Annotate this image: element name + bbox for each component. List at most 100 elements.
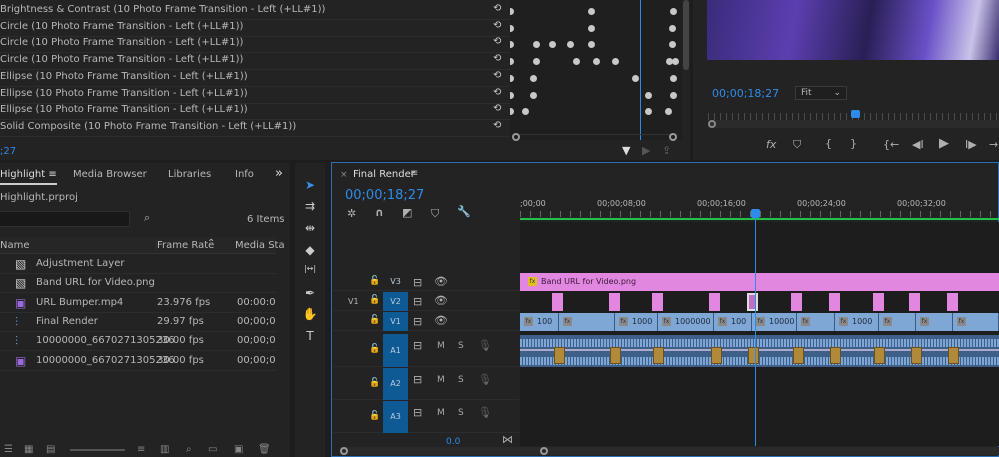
project-item[interactable]: ▧ Adjustment Layer [0, 255, 276, 274]
effect-row[interactable]: Circle (10 Photo Frame Transition - Left… [0, 20, 510, 37]
v2-clip[interactable] [909, 293, 920, 311]
v1-clip[interactable]: fx 1000 [835, 313, 879, 331]
column-frame-rate[interactable]: Frame Rate [156, 240, 214, 251]
mark-out-icon[interactable]: } [850, 137, 857, 150]
tab-libraries[interactable]: Libraries [168, 169, 211, 180]
more-panels-icon[interactable]: » [275, 166, 283, 181]
reset-icon[interactable]: ⟲ [493, 20, 501, 31]
reset-icon[interactable]: ⟲ [493, 70, 501, 81]
audio-transition[interactable] [711, 347, 722, 364]
track-target-v2[interactable]: V2 [383, 292, 408, 311]
reset-icon[interactable]: ⟲ [493, 36, 501, 47]
sync-lock-icon[interactable]: ⊟ [413, 276, 422, 289]
project-item[interactable]: ⫶ 10000000_6670271305236 30.00 fps 00;00… [0, 332, 276, 352]
program-timecode[interactable]: 00;00;18;27 [712, 87, 779, 100]
audio-transition[interactable] [948, 347, 959, 364]
type-tool-icon[interactable]: T [299, 329, 321, 343]
reset-icon[interactable]: ⟲ [493, 53, 501, 64]
keyframe-marker[interactable] [632, 74, 639, 82]
mute-button[interactable]: M [437, 341, 445, 351]
audio-transition[interactable] [830, 347, 841, 364]
eye-icon[interactable]: 👁 [434, 294, 448, 307]
lock-icon[interactable]: 🔓 [369, 378, 380, 388]
keyframe-marker[interactable] [510, 91, 514, 99]
ripple-edit-icon[interactable]: ⇹ [299, 221, 321, 235]
project-item[interactable]: ⫶ Final Render 29.97 fps 00;00;00;0 [0, 313, 276, 332]
reset-icon[interactable]: ⟲ [493, 87, 501, 98]
column-media-start[interactable]: Media Sta [235, 240, 285, 251]
column-name[interactable]: Name [0, 240, 30, 251]
v1-clip[interactable]: fx [879, 313, 916, 331]
fx-icon[interactable]: fx [766, 138, 776, 151]
a1-clip[interactable] [520, 335, 999, 367]
effect-row[interactable]: Ellipse (10 Photo Frame Transition - Lef… [0, 70, 510, 87]
v1-clip[interactable]: fx 1000 [615, 313, 658, 331]
lock-icon[interactable]: 🔓 [369, 315, 380, 325]
timeline-menu-icon[interactable]: ≡ [410, 168, 418, 179]
reset-icon[interactable]: ⟲ [493, 103, 501, 114]
zoom-dropdown[interactable]: Fit ⌄ [795, 86, 847, 100]
search-icon[interactable]: ⌕ [186, 444, 192, 455]
v3-clip[interactable]: fx Band URL for Video.png [520, 273, 999, 291]
reset-icon[interactable]: ⟲ [493, 3, 501, 14]
solo-button[interactable]: S [458, 341, 464, 351]
timeline-playhead[interactable] [751, 209, 760, 218]
mute-button[interactable]: M [437, 375, 445, 385]
keyframe-area[interactable] [510, 0, 682, 140]
sync-lock-icon[interactable]: ⊟ [413, 373, 422, 386]
search-input[interactable] [0, 211, 130, 227]
nest-icon[interactable]: ✲ [347, 207, 356, 220]
effect-row[interactable]: Circle (10 Photo Frame Transition - Left… [0, 36, 510, 54]
microphone-icon[interactable]: 🎙 [478, 406, 492, 419]
timeline-timecode[interactable]: 00;00;18;27 [345, 188, 424, 203]
v1-clip[interactable]: fx [916, 313, 953, 331]
v1-clip[interactable]: fx100000 [953, 313, 999, 331]
keyframe-marker[interactable] [670, 91, 677, 99]
menu-icon[interactable]: ≡ [48, 169, 56, 180]
audio-transition[interactable] [911, 347, 922, 364]
snap-icon[interactable]: ∩ [375, 206, 384, 219]
settings-wrench-icon[interactable]: 🔧 [457, 205, 471, 218]
v1-clip[interactable]: fx10000000 [559, 313, 615, 331]
linked-selection-icon[interactable]: ◩ [402, 206, 412, 219]
mark-in-icon[interactable]: { [825, 137, 832, 150]
tab-info[interactable]: Info [235, 169, 254, 180]
selection-tool-icon[interactable]: ➤ [299, 178, 321, 192]
source-patch-v1[interactable]: V1 [348, 297, 359, 306]
audio-transition[interactable] [554, 347, 565, 364]
effect-row[interactable]: Ellipse (10 Photo Frame Transition - Lef… [0, 87, 510, 104]
master-volume[interactable]: 0.0 [446, 437, 460, 447]
track-target-a2[interactable]: A2 [383, 368, 408, 400]
automate-icon[interactable]: ▥ [160, 444, 169, 455]
v1-clip[interactable]: fx 10000 [752, 313, 797, 331]
new-bin-icon[interactable]: ▭ [208, 444, 217, 455]
v2-clip[interactable] [609, 293, 620, 311]
play-icon[interactable]: ▶ [939, 136, 949, 151]
icon-view-icon[interactable]: ▦ [24, 444, 33, 455]
microphone-icon[interactable]: 🎙 [478, 373, 492, 386]
v2-clip[interactable] [552, 293, 563, 311]
sync-lock-icon[interactable]: ⊟ [413, 295, 422, 308]
solo-button[interactable]: S [458, 408, 464, 418]
tab-project[interactable]: Highlight ≡ [0, 169, 57, 185]
lock-icon[interactable]: 🔓 [369, 411, 380, 421]
program-playhead[interactable] [851, 110, 860, 118]
effect-row[interactable]: Circle (10 Photo Frame Transition - Left… [0, 53, 510, 71]
list-view-icon[interactable]: ☰ [4, 444, 13, 455]
tab-media-browser[interactable]: Media Browser [73, 169, 147, 180]
step-forward-icon[interactable]: I▶ [965, 138, 977, 151]
keyframe-marker[interactable] [530, 91, 537, 99]
add-marker-icon[interactable]: ⛉ [431, 207, 439, 221]
trash-icon[interactable]: 🗑 [258, 444, 271, 455]
play-audio-icon[interactable]: ▶ [642, 144, 650, 157]
freeform-view-icon[interactable]: ▤ [46, 444, 55, 455]
v2-clip[interactable] [947, 293, 958, 311]
sort-icon[interactable]: ≡ [137, 444, 145, 455]
track-target-v1[interactable]: V1 [383, 312, 408, 331]
eye-icon[interactable]: 👁 [434, 314, 448, 327]
effect-row[interactable]: Brightness & Contrast (10 Photo Frame Tr… [0, 3, 510, 20]
audio-transition[interactable] [748, 347, 759, 364]
keyframe-marker[interactable] [645, 91, 652, 99]
go-to-in-icon[interactable]: {← [883, 138, 899, 151]
pen-icon[interactable]: ✒ [299, 286, 321, 300]
